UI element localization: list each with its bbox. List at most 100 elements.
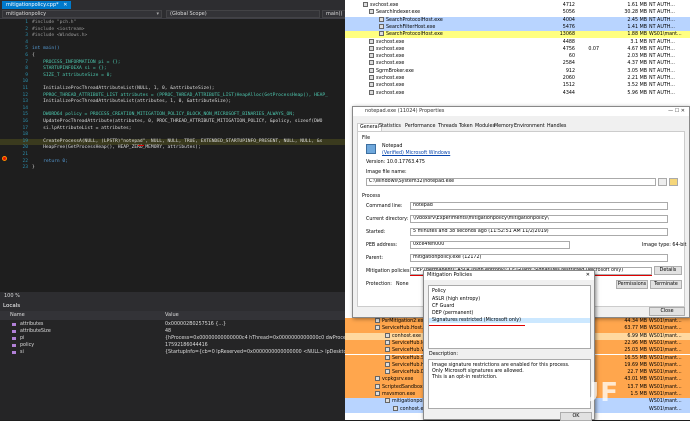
tab-statistics[interactable]: Statistics xyxy=(377,123,403,131)
process-icon xyxy=(369,45,374,51)
policy-item[interactable]: CF Guard xyxy=(432,304,454,309)
process-name: PsrMitigation2.exe xyxy=(375,318,426,325)
description-line: Only Microsoft signatures are allowed. xyxy=(432,369,524,374)
process-row[interactable]: svchost.exe 4756 0.07 4.67 MB NT AUTH... xyxy=(345,45,690,53)
peb-address-label: PEB address: xyxy=(366,243,398,248)
policy-list[interactable]: Policy ASLR (high entropy) CF Guard DEP (p… xyxy=(428,285,591,349)
file-dropdown[interactable]: mitigationpolicy ▾ xyxy=(2,10,162,18)
started-field[interactable]: 5 minutes and 38 seconds ago (11:52:51 A… xyxy=(410,228,668,236)
folder-icon[interactable] xyxy=(669,178,678,186)
permissions-button[interactable]: Permissions xyxy=(616,280,648,289)
editor-tab-mitigationpolicy[interactable]: mitigationpolicy.cpp* ✕ xyxy=(2,1,72,9)
code-editor[interactable]: 1 #include "pch.h" 2 #include <iostream> 3 #i… xyxy=(0,20,345,180)
process-name-text: svchost.exe xyxy=(376,39,405,45)
process-row[interactable]: SgrmBroker.exe 912 3.05 MB NT AUTH... xyxy=(345,67,690,75)
code-line: 23} xyxy=(0,165,345,172)
close-button[interactable]: Close xyxy=(649,307,685,316)
close-icon[interactable]: ✕ xyxy=(586,271,590,280)
tab-performance[interactable]: Performance xyxy=(403,123,437,131)
company-link[interactable]: (Verified) Microsoft Windows xyxy=(382,151,450,156)
red-underline-annotation xyxy=(429,325,525,326)
process-name-text: msvsmon.exe xyxy=(382,392,416,397)
process-pid: 4488 xyxy=(562,39,575,45)
line-number: 16 xyxy=(22,119,28,124)
process-name-text: SearchProtocolHost.exe xyxy=(386,32,443,38)
process-icon xyxy=(369,82,374,88)
close-icon[interactable]: ✕ xyxy=(63,2,67,8)
line-text: { xyxy=(32,53,35,58)
current-directory-field[interactable]: \\vboxsrv\Experiments\mitigationpolicy\m… xyxy=(410,215,668,223)
process-user: NT AUTH... xyxy=(649,68,675,74)
app-name: Notepad xyxy=(382,144,403,149)
process-name: svchost.exe xyxy=(369,89,404,97)
process-user: WS01\mant... xyxy=(649,348,682,354)
process-icon xyxy=(369,75,374,80)
locals-name: policy xyxy=(20,343,35,348)
process-pid: 1512 xyxy=(562,83,575,89)
locals-row[interactable]: attributes 0x000002B0257516 {...} xyxy=(0,321,345,328)
locals-row[interactable]: attributeSize 48 xyxy=(0,328,345,335)
locals-row[interactable]: si {StartupInfo={cb=0 lpReserved=0x000000… xyxy=(0,349,345,356)
peb-address-field[interactable]: 0xce4fefl000 xyxy=(410,241,570,249)
function-dropdown[interactable]: main() xyxy=(322,10,345,18)
process-name: svchost.exe xyxy=(369,60,404,67)
locals-row[interactable]: policy 17592186044416 xyxy=(0,342,345,349)
locals-value: {hProcess=0x00000000000000c4 hThread=0x0… xyxy=(165,336,345,341)
tab-threads[interactable]: Threads xyxy=(436,123,459,131)
code-line: 16 UpdateProcThreadAttribute(attributes,… xyxy=(0,119,345,126)
policy-item[interactable]: Signatures restricted (Microsoft only) xyxy=(429,318,590,323)
navigation-bar: mitigationpolicy ▾ (Global Scope) main() xyxy=(0,9,345,19)
code-line: 22 return 0; xyxy=(0,159,345,166)
code-line: 20 HeapFree(GetProcessHeap(), HEAP_ZERO_… xyxy=(0,145,345,152)
red-underline-annotation xyxy=(138,145,144,146)
scope-dropdown[interactable]: (Global Scope) xyxy=(166,10,320,18)
process-icon xyxy=(385,332,390,338)
process-row[interactable]: svchost.exe 60 2.03 MB NT AUTH... xyxy=(345,53,690,60)
line-text: si.lpAttributeList = attributes; xyxy=(32,125,132,131)
process-row[interactable]: svchost.exe 4488 3.1 MB NT AUTH... xyxy=(345,38,690,46)
process-row[interactable]: SearchIndexer.exe 5056 30.28 MB NT AUTH... xyxy=(345,9,690,16)
zoom-level[interactable]: 100 % xyxy=(0,292,345,301)
protection-label: Protection: xyxy=(366,282,392,287)
line-text: SIZE_T attributeSize = 0; xyxy=(32,72,113,78)
terminate-button[interactable]: Terminate xyxy=(650,280,682,289)
variable-icon xyxy=(12,337,16,340)
tab-handles[interactable]: Handles xyxy=(545,123,568,131)
process-row[interactable]: svchost.exe 2584 4.37 MB NT AUTH... xyxy=(345,60,690,67)
process-pid: 4004 xyxy=(562,17,575,23)
process-group-label: Process xyxy=(362,194,381,199)
process-memory: 4.37 MB xyxy=(627,61,647,67)
process-user: WS01\mant... xyxy=(649,370,682,376)
breakpoint-icon[interactable] xyxy=(2,156,7,161)
search-icon[interactable] xyxy=(658,178,667,186)
locals-row[interactable]: pi {hProcess=0x00000000000000c4 hThread=0… xyxy=(0,335,345,342)
process-row[interactable]: SearchFilterHost.exe 5476 1.41 MB NT AUTH..… xyxy=(345,23,690,32)
process-icon xyxy=(369,38,374,44)
process-icon xyxy=(385,347,390,353)
col-value: Value xyxy=(165,312,179,318)
process-row[interactable]: svchost.exe 4344 5.96 MB NT AUTH... xyxy=(345,89,690,97)
process-icon xyxy=(385,369,390,375)
process-row[interactable]: SearchProtocolHost.exe 13068 1.88 MB WS01\m… xyxy=(345,31,690,39)
image-path-field[interactable]: C:\Windows\System32\notepad.exe xyxy=(366,178,656,186)
tab-environment[interactable]: Environment xyxy=(512,123,547,131)
process-row[interactable]: svchost.exe 2060 2.21 MB NT AUTH... xyxy=(345,75,690,82)
line-text: STARTUPINFOEXA si = {}; xyxy=(32,66,107,72)
policy-item[interactable]: ASLR (high entropy) xyxy=(432,297,480,302)
process-memory: 63.77 MB xyxy=(624,326,647,332)
line-text: #include <Windows.h> xyxy=(32,33,88,39)
code-spacer xyxy=(41,176,42,179)
locals-name: attributes xyxy=(20,322,44,327)
parent-field[interactable]: mitigationpolicy.exe (12172) xyxy=(410,254,668,262)
line-number: 18 xyxy=(22,132,28,138)
tab-token[interactable]: Token xyxy=(457,123,475,131)
policy-item[interactable]: DEP (permanent) xyxy=(432,311,473,316)
process-icon xyxy=(385,361,390,367)
process-row[interactable]: SearchProtocolHost.exe 4004 2.45 MB NT AUTH… xyxy=(345,16,690,24)
process-row[interactable]: svchost.exe 4712 1.61 MB NT AUTH... xyxy=(345,2,690,9)
details-button[interactable]: Details xyxy=(654,266,682,275)
process-name-text: vcpkgsrv.exe xyxy=(382,377,414,383)
process-row[interactable]: svchost.exe 1512 3.52 MB NT AUTH... xyxy=(345,82,690,89)
process-memory: 22.96 MB xyxy=(624,340,647,346)
command-line-field[interactable]: notepad xyxy=(410,202,668,210)
